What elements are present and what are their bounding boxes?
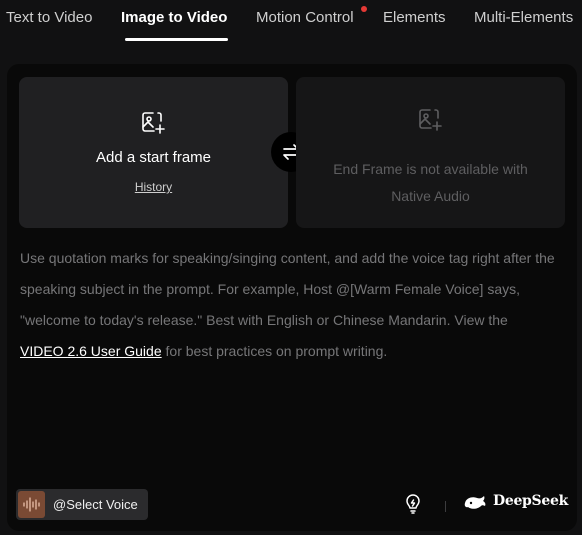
end-frame-line-1: End Frame is not available with (333, 161, 528, 177)
tab-motion-control[interactable]: Motion Control (256, 9, 354, 26)
end-frame-unavailable-text: End Frame is not available with Native A… (296, 156, 565, 210)
end-frame-slot: End Frame is not available with Native A… (296, 77, 565, 228)
start-frame-title: Add a start frame (95, 149, 212, 166)
tab-text-to-video[interactable]: Text to Video (6, 9, 92, 26)
audio-wave-icon (18, 491, 45, 518)
select-voice-label: @Select Voice (53, 497, 138, 512)
hint-text: Use quotation marks for speaking/singing… (20, 250, 555, 328)
prompt-hint: Use quotation marks for speaking/singing… (20, 243, 560, 367)
active-tab-indicator (125, 38, 228, 41)
generation-panel: Add a start frame History End Frame is n… (7, 64, 577, 531)
tab-image-to-video[interactable]: Image to Video (121, 9, 227, 26)
select-voice-button[interactable]: @Select Voice (16, 489, 148, 520)
model-name: DeepSeek (493, 493, 568, 509)
history-link[interactable]: History (135, 180, 172, 194)
start-frame-upload[interactable]: Add a start frame History (19, 77, 288, 228)
image-add-icon (142, 112, 165, 134)
user-guide-link[interactable]: VIDEO 2.6 User Guide (20, 343, 162, 359)
footer-divider (445, 501, 446, 512)
tab-elements[interactable]: Elements (383, 9, 446, 26)
mode-tabs: Text to Video Image to Video Motion Cont… (0, 0, 582, 42)
image-add-icon (419, 109, 442, 131)
lightbulb-icon[interactable] (404, 494, 422, 514)
notification-dot (361, 6, 367, 12)
deepseek-whale-icon (464, 496, 486, 509)
tab-multi-elements[interactable]: Multi-Elements (474, 9, 573, 26)
end-frame-line-2: Native Audio (391, 188, 470, 204)
hint-text-tail: for best practices on prompt writing. (165, 343, 388, 359)
